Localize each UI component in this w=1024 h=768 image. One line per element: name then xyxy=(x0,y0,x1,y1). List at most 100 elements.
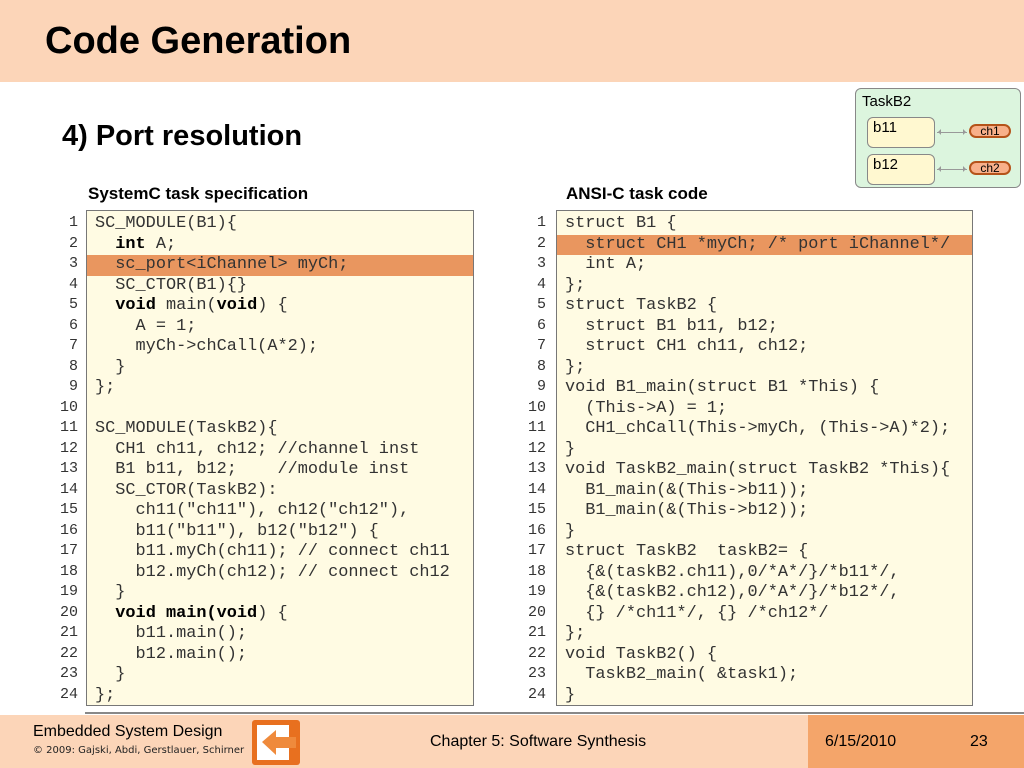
line-number: 17 xyxy=(59,542,78,559)
line-number: 23 xyxy=(527,665,546,682)
slide-subtitle: 4) Port resolution xyxy=(62,120,303,152)
channel-ch1: ch1 xyxy=(969,124,1011,138)
code-keyword: void xyxy=(115,296,156,315)
line-number: 2 xyxy=(536,234,546,252)
code-line: SC_CTOR(B1){} xyxy=(87,276,473,297)
code-line: void TaskB2() { xyxy=(557,645,972,666)
code-line: SC_CTOR(TaskB2): xyxy=(87,481,473,502)
code-line: }; xyxy=(557,358,972,379)
line-number: 8 xyxy=(68,357,78,375)
code-text: } xyxy=(565,685,576,705)
code-text: SC_MODULE(B1){ xyxy=(95,214,237,233)
line-number: 7 xyxy=(536,337,546,354)
code-text: b11.main(); xyxy=(95,624,248,643)
code-text: SC_CTOR(TaskB2): xyxy=(95,480,278,500)
line-number: 20 xyxy=(527,603,546,621)
code-text: struct B1 b11, b12; xyxy=(565,316,778,336)
code-line: ch11("ch11"), ch12("ch12"), xyxy=(87,501,473,522)
highlighted-code-line: sc_port<iChannel> myCh; xyxy=(87,255,473,276)
right-heading: ANSI-C task code xyxy=(566,184,708,203)
line-number: 13 xyxy=(527,460,546,477)
code-text: }; xyxy=(565,624,586,643)
line-number: 4 xyxy=(68,275,78,293)
code-keyword: void main(void xyxy=(115,603,258,623)
code-text: ch11("ch11"), ch12("ch12"), xyxy=(95,501,410,520)
code-text: B1 b11, b12; //module inst xyxy=(95,460,410,479)
copyright: © 2009: Gajski, Abdi, Gerstlauer, Schirn… xyxy=(33,745,245,756)
line-number: 18 xyxy=(527,562,546,580)
code-text: {} /*ch11*/, {} /*ch12*/ xyxy=(565,603,829,623)
code-line: void B1_main(struct B1 *This) { xyxy=(557,378,972,399)
code-text: } xyxy=(95,583,126,602)
line-number: 14 xyxy=(527,480,546,498)
code-text: (This->A) = 1; xyxy=(565,398,728,418)
code-text: void B1_main(struct B1 *This) { xyxy=(565,378,880,397)
line-number: 19 xyxy=(59,583,78,600)
line-number: 22 xyxy=(527,644,546,662)
code-line: } xyxy=(557,440,972,461)
code-line: B1_main(&(This->b12)); xyxy=(557,501,972,522)
line-number: 6 xyxy=(68,316,78,334)
line-number: 3 xyxy=(68,255,78,272)
code-line: (This->A) = 1; xyxy=(557,399,972,420)
code-text: TaskB2_main( &task1); xyxy=(565,665,799,684)
line-number: 5 xyxy=(536,296,546,313)
line-number: 15 xyxy=(59,501,78,518)
code-text: A = 1; xyxy=(95,316,197,336)
code-line: B1 b11, b12; //module inst xyxy=(87,460,473,481)
code-line: b12.main(); xyxy=(87,645,473,666)
code-text: struct CH1 ch11, ch12; xyxy=(565,337,809,356)
line-number: 21 xyxy=(527,624,546,641)
code-text: A; xyxy=(145,234,177,254)
line-number: 1 xyxy=(68,214,78,231)
code-text: } xyxy=(95,665,126,684)
code-text: ) { xyxy=(257,296,288,315)
code-text: {&(taskB2.ch12),0/*A*/}/*b12*/, xyxy=(565,583,900,602)
line-number: 10 xyxy=(527,398,546,416)
code-text: } xyxy=(565,521,576,541)
line-number: 20 xyxy=(59,603,78,621)
code-text: {&(taskB2.ch11),0/*A*/}/*b11*/, xyxy=(565,562,900,582)
header-band: Code Generation xyxy=(0,0,1024,82)
code-text: main( xyxy=(155,296,217,315)
code-text: } xyxy=(95,357,126,377)
code-line: SC_MODULE(B1){ xyxy=(87,214,473,235)
code-text: sc_port<iChannel> myCh; xyxy=(95,255,349,274)
line-number: 2 xyxy=(68,234,78,252)
code-line: B1_main(&(This->b11)); xyxy=(557,481,972,502)
footer: Embedded System Design © 2009: Gajski, A… xyxy=(0,715,1024,768)
code-line: } xyxy=(557,522,972,543)
line-number: 16 xyxy=(59,521,78,539)
footer-divider xyxy=(85,712,1024,714)
code-line: int A; xyxy=(557,255,972,276)
line-number: 3 xyxy=(536,255,546,272)
code-text: b12.myCh(ch12); // connect ch12 xyxy=(95,562,450,582)
left-line-numbers: 1 2 3 4 5 6 7 8 9 10 11 12 13 14 15 16 17 18 19 20 21 22 23 24 xyxy=(48,213,78,705)
code-keyword: int xyxy=(115,234,146,254)
line-number: 13 xyxy=(59,460,78,477)
code-line: } xyxy=(87,358,473,379)
taskb2-diagram: TaskB2 b11 b12 ch1 ch2 xyxy=(855,88,1021,188)
code-text: void TaskB2_main(struct TaskB2 *This){ xyxy=(565,460,951,479)
line-number: 8 xyxy=(536,357,546,375)
code-text: ) { xyxy=(257,603,288,623)
channel-ch2: ch2 xyxy=(969,161,1011,175)
line-number: 10 xyxy=(59,398,78,416)
code-text: }; xyxy=(95,685,116,705)
line-number: 22 xyxy=(59,644,78,662)
code-text: } xyxy=(565,439,576,459)
code-keyword: void xyxy=(216,296,258,315)
code-line: int A; xyxy=(87,235,473,256)
connection-arrow xyxy=(937,166,967,172)
code-line: A = 1; xyxy=(87,317,473,338)
line-number: 9 xyxy=(536,378,546,395)
code-line: struct B1 b11, b12; xyxy=(557,317,972,338)
code-text: B1_main(&(This->b11)); xyxy=(565,480,809,500)
line-number: 1 xyxy=(536,214,546,231)
code-text: CH1_chCall(This->myCh, (This->A)*2); xyxy=(565,419,951,438)
code-line: {&(taskB2.ch11),0/*A*/}/*b11*/, xyxy=(557,563,972,584)
code-text: int A; xyxy=(565,255,647,274)
code-line: b11.myCh(ch11); // connect ch11 xyxy=(87,542,473,563)
